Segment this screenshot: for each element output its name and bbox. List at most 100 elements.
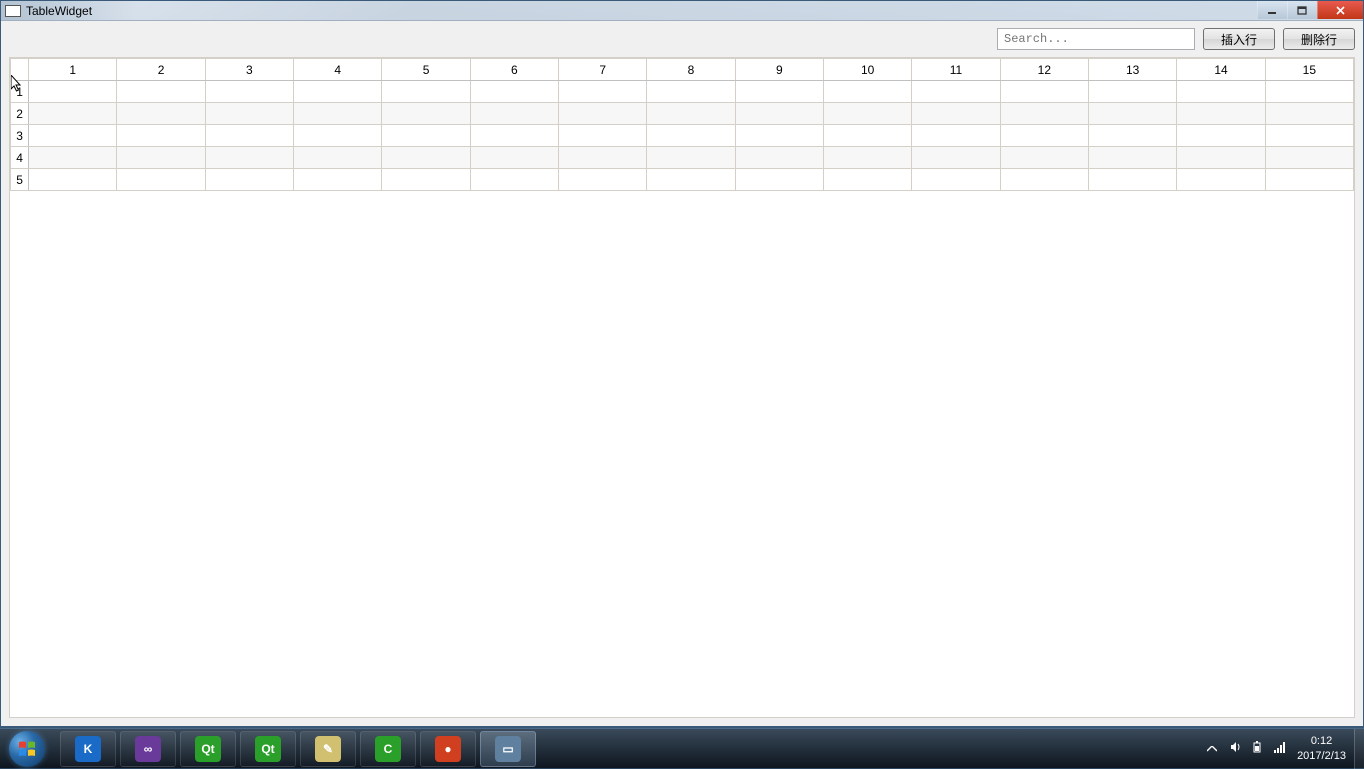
column-header[interactable]: 8 xyxy=(647,59,735,81)
table-cell[interactable] xyxy=(470,125,558,147)
table-cell[interactable] xyxy=(647,103,735,125)
table-cell[interactable] xyxy=(735,125,823,147)
table-cell[interactable] xyxy=(117,125,205,147)
network-icon[interactable] xyxy=(1273,740,1287,757)
table-cell[interactable] xyxy=(1000,169,1088,191)
column-header[interactable]: 13 xyxy=(1089,59,1177,81)
table-cell[interactable] xyxy=(205,125,293,147)
table-cell[interactable] xyxy=(1177,103,1265,125)
taskbar-item-tablewidget[interactable]: ▭ xyxy=(480,731,536,767)
taskbar-item-notepad[interactable]: ✎ xyxy=(300,731,356,767)
table-cell[interactable] xyxy=(735,103,823,125)
table-cell[interactable] xyxy=(205,169,293,191)
column-header[interactable]: 11 xyxy=(912,59,1000,81)
battery-icon[interactable] xyxy=(1251,740,1265,757)
delete-row-button[interactable]: 删除行 xyxy=(1283,28,1355,50)
table-cell[interactable] xyxy=(912,147,1000,169)
table-cell[interactable] xyxy=(382,169,470,191)
table-cell[interactable] xyxy=(1089,125,1177,147)
close-button[interactable] xyxy=(1317,1,1363,19)
table-cell[interactable] xyxy=(647,81,735,103)
table-cell[interactable] xyxy=(1177,169,1265,191)
column-header[interactable]: 1 xyxy=(29,59,117,81)
table-widget[interactable]: 123456789101112131415 12345 xyxy=(9,57,1355,718)
column-header[interactable]: 2 xyxy=(117,59,205,81)
column-header[interactable]: 12 xyxy=(1000,59,1088,81)
table-cell[interactable] xyxy=(824,147,912,169)
row-header[interactable]: 3 xyxy=(11,125,29,147)
table-cell[interactable] xyxy=(294,103,382,125)
table-cell[interactable] xyxy=(382,147,470,169)
volume-icon[interactable] xyxy=(1229,740,1243,757)
table-cell[interactable] xyxy=(382,103,470,125)
table-cell[interactable] xyxy=(294,125,382,147)
column-header[interactable]: 6 xyxy=(470,59,558,81)
table-cell[interactable] xyxy=(1265,169,1353,191)
table-cell[interactable] xyxy=(1265,103,1353,125)
table-cell[interactable] xyxy=(1000,125,1088,147)
table-cell[interactable] xyxy=(559,125,647,147)
table-cell[interactable] xyxy=(470,81,558,103)
table-cell[interactable] xyxy=(1265,81,1353,103)
table-cell[interactable] xyxy=(205,81,293,103)
table-cell[interactable] xyxy=(647,147,735,169)
table-cell[interactable] xyxy=(294,169,382,191)
taskbar-item-recorder[interactable]: ● xyxy=(420,731,476,767)
table-cell[interactable] xyxy=(559,147,647,169)
table-cell[interactable] xyxy=(1177,147,1265,169)
table-cell[interactable] xyxy=(1000,103,1088,125)
table-cell[interactable] xyxy=(647,125,735,147)
minimize-button[interactable] xyxy=(1257,1,1287,19)
table-cell[interactable] xyxy=(1000,147,1088,169)
table-cell[interactable] xyxy=(382,125,470,147)
table-cell[interactable] xyxy=(117,81,205,103)
table-cell[interactable] xyxy=(117,169,205,191)
table-cell[interactable] xyxy=(1089,169,1177,191)
row-header[interactable]: 2 xyxy=(11,103,29,125)
table-cell[interactable] xyxy=(382,81,470,103)
table-cell[interactable] xyxy=(559,81,647,103)
table-cell[interactable] xyxy=(29,147,117,169)
column-header[interactable]: 9 xyxy=(735,59,823,81)
column-header[interactable]: 15 xyxy=(1265,59,1353,81)
table-cell[interactable] xyxy=(1000,81,1088,103)
table-cell[interactable] xyxy=(824,125,912,147)
table-cell[interactable] xyxy=(470,103,558,125)
column-header[interactable]: 10 xyxy=(824,59,912,81)
table-cell[interactable] xyxy=(735,81,823,103)
table-cell[interactable] xyxy=(824,103,912,125)
table-cell[interactable] xyxy=(559,103,647,125)
table-cell[interactable] xyxy=(1089,103,1177,125)
table-cell[interactable] xyxy=(912,81,1000,103)
column-header[interactable]: 3 xyxy=(205,59,293,81)
table-cell[interactable] xyxy=(205,147,293,169)
insert-row-button[interactable]: 插入行 xyxy=(1203,28,1275,50)
show-desktop-button[interactable] xyxy=(1354,729,1364,769)
table-cell[interactable] xyxy=(1265,147,1353,169)
table-cell[interactable] xyxy=(647,169,735,191)
table-cell[interactable] xyxy=(1177,125,1265,147)
clock[interactable]: 0:12 2017/2/13 xyxy=(1297,734,1346,763)
table-cell[interactable] xyxy=(912,125,1000,147)
column-header[interactable]: 14 xyxy=(1177,59,1265,81)
table-cell[interactable] xyxy=(735,147,823,169)
table-cell[interactable] xyxy=(117,103,205,125)
column-header[interactable]: 7 xyxy=(559,59,647,81)
table-cell[interactable] xyxy=(29,103,117,125)
table-cell[interactable] xyxy=(824,169,912,191)
taskbar-item-qt-creator-2[interactable]: Qt xyxy=(240,731,296,767)
table-cell[interactable] xyxy=(470,147,558,169)
column-header[interactable]: 4 xyxy=(294,59,382,81)
table-cell[interactable] xyxy=(735,169,823,191)
table-cell[interactable] xyxy=(294,147,382,169)
taskbar-item-kugou[interactable]: K xyxy=(60,731,116,767)
table-cell[interactable] xyxy=(912,169,1000,191)
table-cell[interactable] xyxy=(1089,81,1177,103)
start-button[interactable] xyxy=(0,729,54,769)
taskbar-item-camtasia[interactable]: C xyxy=(360,731,416,767)
maximize-button[interactable] xyxy=(1287,1,1317,19)
table-cell[interactable] xyxy=(29,81,117,103)
table-cell[interactable] xyxy=(1177,81,1265,103)
titlebar[interactable]: TableWidget xyxy=(1,1,1363,21)
taskbar-item-visual-studio[interactable]: ∞ xyxy=(120,731,176,767)
